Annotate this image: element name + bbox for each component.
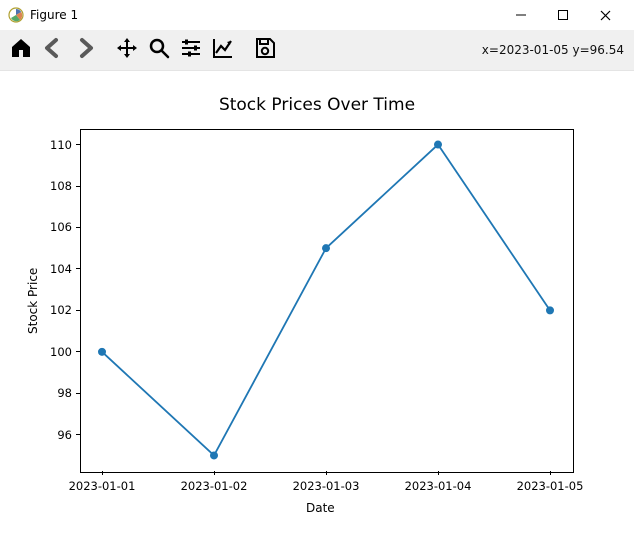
y-tick-label: 102 [46, 303, 72, 317]
y-tick [76, 393, 80, 394]
matplotlib-toolbar: x=2023-01-05 y=96.54 [0, 30, 634, 71]
save-button[interactable] [250, 35, 280, 65]
y-tick-label: 108 [46, 179, 72, 193]
arrow-left-icon [41, 36, 65, 64]
edit-axes-button[interactable] [208, 35, 238, 65]
y-tick [76, 351, 80, 352]
x-tick [550, 471, 551, 475]
x-tick [102, 471, 103, 475]
x-tick-label: 2023-01-01 [69, 479, 136, 493]
configure-subplots-button[interactable] [176, 35, 206, 65]
arrow-right-icon [73, 36, 97, 64]
x-tick-label: 2023-01-04 [405, 479, 472, 493]
forward-button[interactable] [70, 35, 100, 65]
app-icon [8, 7, 24, 23]
y-tick-label: 98 [46, 386, 72, 400]
window-title: Figure 1 [30, 8, 78, 22]
y-tick [76, 144, 80, 145]
close-button[interactable] [584, 0, 626, 30]
home-icon [9, 36, 33, 64]
minimize-button[interactable] [500, 0, 542, 30]
x-axis-label: Date [306, 501, 335, 515]
y-tick-label: 106 [46, 220, 72, 234]
y-tick-label: 100 [46, 345, 72, 359]
y-tick-label: 104 [46, 262, 72, 276]
save-icon [253, 36, 277, 64]
maximize-button[interactable] [542, 0, 584, 30]
zoom-button[interactable] [144, 35, 174, 65]
sliders-icon [179, 36, 203, 64]
x-tick [438, 471, 439, 475]
y-tick [76, 227, 80, 228]
y-tick-label: 96 [46, 428, 72, 442]
y-tick-label: 110 [46, 138, 72, 152]
cursor-coordinates: x=2023-01-05 y=96.54 [482, 43, 628, 57]
x-tick [326, 471, 327, 475]
y-tick [76, 186, 80, 187]
x-tick-label: 2023-01-03 [293, 479, 360, 493]
back-button[interactable] [38, 35, 68, 65]
y-tick [76, 310, 80, 311]
chart-canvas[interactable]: Stock Prices Over Time Stock Price Date … [0, 71, 634, 547]
move-icon [115, 36, 139, 64]
y-tick [76, 434, 80, 435]
line-chart-icon [211, 36, 235, 64]
x-tick-label: 2023-01-05 [517, 479, 584, 493]
x-tick [214, 471, 215, 475]
x-tick-label: 2023-01-02 [181, 479, 248, 493]
home-button[interactable] [6, 35, 36, 65]
y-axis-label: Stock Price [26, 268, 40, 334]
window-titlebar: Figure 1 [0, 0, 634, 30]
pan-button[interactable] [112, 35, 142, 65]
y-tick [76, 268, 80, 269]
zoom-icon [147, 36, 171, 64]
line-plot-svg [0, 71, 634, 547]
